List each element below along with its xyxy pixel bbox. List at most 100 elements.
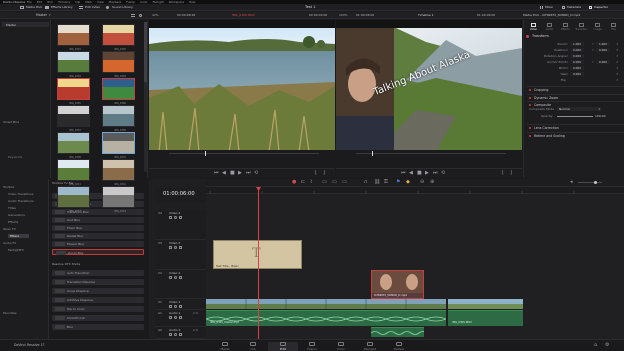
mixer-button[interactable]: Mixer <box>540 5 556 10</box>
sidebar-item-master[interactable]: Master <box>2 22 49 27</box>
effects-tree-item[interactable]: Audio Transitions <box>8 199 34 203</box>
eye-icon[interactable] <box>174 246 177 249</box>
transform-header[interactable]: Transform <box>526 34 623 40</box>
timeline-viewer[interactable]: Talking About Alaska <box>336 20 522 158</box>
opacity-value[interactable]: 100.00 <box>595 114 606 118</box>
media-pool-button[interactable]: Media Pool <box>20 5 44 10</box>
tab-file[interactable]: File <box>606 22 621 32</box>
track-name[interactable]: Video 3 <box>169 241 180 245</box>
page-tab-fusion[interactable]: Fusion <box>297 342 327 351</box>
source-viewer[interactable] <box>149 20 335 158</box>
list-view-icon[interactable] <box>131 14 135 17</box>
media-thumbnail[interactable]: IMG_0309 <box>57 132 90 159</box>
toggle-icon[interactable] <box>179 305 182 308</box>
toggle-icon[interactable] <box>179 276 182 279</box>
a1-clip-end[interactable]: IMG_0305.MOV <box>448 310 523 326</box>
row-value-x[interactable]: 0.000 <box>570 48 584 52</box>
media-thumbnail[interactable]: IMG_0306 <box>102 78 135 105</box>
row-value-y[interactable]: 0.000 <box>596 60 610 64</box>
transition-item[interactable]: Auto Transition <box>52 270 144 276</box>
effects-tree-item[interactable]: Audio FX <box>3 241 16 245</box>
stop-icon[interactable]: ■ <box>230 171 235 176</box>
lock-icon[interactable] <box>169 276 172 279</box>
transition-item[interactable]: Blur <box>52 324 144 330</box>
track-name[interactable]: Audio 2 <box>169 328 180 332</box>
section-lens-correction[interactable]: Lens Correction <box>527 124 624 130</box>
effects-tree-item[interactable]: Filters <box>8 234 29 238</box>
stop-icon[interactable]: ■ <box>417 171 422 176</box>
timeline-ruler[interactable] <box>206 187 624 194</box>
keywords-item[interactable]: Keywords <box>8 155 22 159</box>
reset-icon[interactable]: ↺ <box>616 54 619 58</box>
toggle-icon[interactable] <box>179 316 182 319</box>
composite-mode-select[interactable]: Normal ▾ <box>557 107 601 111</box>
tab-video[interactable]: Video <box>526 22 541 32</box>
skip-forward-icon[interactable]: ⏭ <box>246 171 251 176</box>
selection-tool-icon[interactable]: ● <box>292 180 296 185</box>
rewind-icon[interactable]: ◀ <box>222 171 226 176</box>
media-thumbnail[interactable]: IMG_0302 <box>102 24 135 51</box>
source-scrubber[interactable] <box>149 150 335 158</box>
marker-icon[interactable]: ◆ <box>406 180 410 185</box>
effects-tree-item[interactable]: Generators <box>8 213 25 217</box>
timeline-viewer-zoom[interactable]: 100% <box>339 13 348 17</box>
media-thumbnail[interactable]: IMG_0311 <box>57 159 90 186</box>
row-value-y[interactable]: 0.000 <box>596 48 610 52</box>
row-value-x[interactable]: 0.000 <box>570 72 584 76</box>
trim-tool-icon[interactable]: ⊏ <box>301 180 305 185</box>
source-zoom[interactable]: 42% <box>152 13 159 17</box>
page-tab-deliver[interactable]: Deliver <box>384 342 414 351</box>
media-thumbnail[interactable]: IMG_0305 <box>57 78 90 105</box>
v1-clip-main[interactable] <box>206 299 446 309</box>
toggle-icon[interactable] <box>179 216 182 219</box>
a1-clip[interactable]: IMG_0305_Master.mp3 <box>206 310 446 326</box>
mark-in-icon[interactable]: ⌊ <box>502 171 504 176</box>
source-clip-name[interactable]: IMG_0305.MOV <box>232 13 255 17</box>
media-thumbnail[interactable]: IMG_0312 <box>102 159 135 186</box>
skip-back-icon[interactable]: ⏮ <box>401 171 406 176</box>
media-thumbnail[interactable]: IMG_0301 <box>57 24 90 51</box>
toggle-icon[interactable] <box>179 246 182 249</box>
page-tab-media[interactable]: Media <box>210 342 240 351</box>
blade-tool-icon[interactable]: ⌇ <box>310 180 312 185</box>
tab-image[interactable]: Image <box>590 22 605 32</box>
edit-index-button[interactable]: Edit Index <box>79 5 103 10</box>
page-tab-edit[interactable]: Edit <box>268 342 298 351</box>
effect-item[interactable]: Radial Blur <box>52 233 144 239</box>
track-header-a1[interactable]: A1 Audio 1 2.0 <box>155 310 206 327</box>
rewind-icon[interactable]: ◀ <box>409 171 413 176</box>
search-icon[interactable] <box>139 14 142 17</box>
reset-icon[interactable]: ↺ <box>616 66 619 70</box>
page-tab-color[interactable]: Color <box>326 342 356 351</box>
skip-back-icon[interactable]: ⏮ <box>214 171 219 176</box>
play-icon[interactable]: ▶ <box>425 171 429 176</box>
eye-icon[interactable] <box>174 305 177 308</box>
track-header-v3[interactable]: V3 Video 3 <box>155 240 206 270</box>
effects-tree-item[interactable]: Open FX <box>3 227 16 231</box>
toggle-icon[interactable] <box>179 333 182 336</box>
lock-icon[interactable] <box>169 216 172 219</box>
overwrite-clip-icon[interactable]: ▭ <box>332 180 337 185</box>
timeline-scrubber[interactable] <box>336 150 522 158</box>
chevron-down-icon[interactable]: ▾ <box>49 13 51 17</box>
lock-icon[interactable] <box>169 246 172 249</box>
reset-icon[interactable]: ↺ <box>616 78 619 82</box>
transition-item[interactable]: Transition Dissolve <box>52 279 144 285</box>
mark-out-icon[interactable]: ⌋ <box>323 171 325 176</box>
effect-item[interactable]: Grid Blur <box>52 217 144 223</box>
media-thumbnail[interactable]: IMG_0313 <box>57 186 90 213</box>
snapping-icon[interactable]: ∩ <box>364 180 368 185</box>
a2-clip[interactable] <box>371 327 424 337</box>
track-name[interactable]: Audio 1 <box>169 311 180 315</box>
row-value-x[interactable]: 0.000 <box>570 60 584 64</box>
reset-icon[interactable]: ↺ <box>616 48 619 52</box>
mark-in-icon[interactable]: ⌊ <box>315 171 317 176</box>
effect-item[interactable]: Prism Blur <box>52 225 144 231</box>
eye-icon[interactable] <box>174 316 177 319</box>
effects-library-button[interactable]: Effects Library <box>45 5 78 10</box>
enable-dot-icon[interactable] <box>526 35 529 38</box>
row-value-y[interactable]: 1.000 <box>596 42 610 46</box>
lock-icon[interactable] <box>169 333 172 336</box>
speaker-icon[interactable]: ◂ <box>570 180 573 185</box>
track-name[interactable]: Video 2 <box>169 271 180 275</box>
